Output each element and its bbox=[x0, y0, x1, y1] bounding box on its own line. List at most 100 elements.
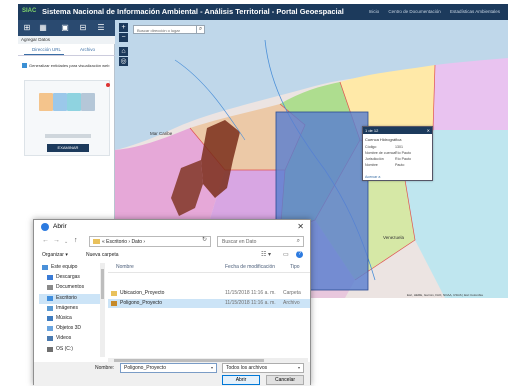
nav-scrollbar[interactable] bbox=[100, 263, 105, 357]
nav-item[interactable]: Videos bbox=[39, 334, 103, 344]
nav-item-label: Este equipo bbox=[51, 264, 78, 270]
folder-icon bbox=[93, 239, 100, 244]
back-arrow-icon[interactable]: ← bbox=[42, 237, 49, 244]
filename-input[interactable]: Poligono_Proyecto ▾ bbox=[120, 363, 217, 373]
search-icon[interactable]: ⌕ bbox=[196, 25, 205, 34]
txt-file-icon bbox=[53, 93, 67, 111]
refresh-icon[interactable]: ↻ bbox=[202, 236, 207, 243]
popup-layer-name: Cuenca Hidrográfica bbox=[365, 137, 402, 142]
upload-card[interactable]: EXAMINAR bbox=[24, 80, 110, 156]
new-folder-button[interactable]: Nueva carpeta bbox=[86, 252, 119, 258]
link-documentation-center[interactable]: Centro de Documentación bbox=[388, 9, 440, 14]
file-type: Carpeta bbox=[283, 290, 301, 296]
popup-row: Jurisdicción Río Pauto bbox=[365, 157, 411, 161]
panel-header: Agregar Datos bbox=[18, 36, 115, 44]
close-icon[interactable]: ✕ bbox=[297, 222, 304, 231]
file-type-select[interactable]: Todos los archivos ▾ bbox=[222, 363, 304, 373]
nav-item[interactable]: Objetos 3D bbox=[39, 324, 103, 334]
up-arrow-icon[interactable]: ↑ bbox=[74, 237, 78, 244]
view-options-icon[interactable]: ☷ ▾ bbox=[261, 251, 271, 258]
layers-icon[interactable]: ⊞ bbox=[22, 23, 32, 33]
nav-item-label: Videos bbox=[56, 335, 72, 342]
nav-item[interactable]: OS (C:) bbox=[39, 345, 103, 355]
zoom-to-link[interactable]: Acercar a bbox=[365, 175, 380, 179]
nav-item[interactable]: Música bbox=[39, 314, 103, 324]
address-path: « Escritorio › Dato › bbox=[102, 239, 146, 245]
download-icon bbox=[47, 275, 53, 281]
nav-scroll-thumb[interactable] bbox=[101, 269, 104, 299]
chevron-down-icon[interactable]: ⌄ bbox=[64, 239, 68, 245]
zoom-in-button[interactable]: + bbox=[119, 23, 128, 32]
file-list: Nombre Fecha de modificación Tipo Ubicac… bbox=[108, 263, 310, 357]
browse-button[interactable]: EXAMINAR bbox=[47, 144, 89, 152]
nav-item[interactable]: Escritorio bbox=[39, 293, 103, 304]
file-name: Poligono_Proyecto bbox=[120, 300, 162, 306]
chrome-icon bbox=[41, 223, 49, 231]
file-row[interactable]: Poligono_Proyecto 11/15/2018 11:16 a. m. A… bbox=[108, 299, 310, 308]
chevron-down-icon[interactable]: ▾ bbox=[298, 365, 300, 370]
popup-title: 1 de 12 bbox=[365, 128, 379, 133]
popup-field-value: Pauto bbox=[395, 163, 405, 167]
file-date: 11/15/2018 11:16 a. m. bbox=[225, 290, 276, 296]
table-icon[interactable]: ▦ bbox=[38, 23, 48, 33]
siac-logo: SIAC bbox=[22, 8, 37, 14]
checkbox-label: Generalizar entidades para visualización… bbox=[29, 63, 110, 68]
map-search-input[interactable]: Buscar dirección o lugar bbox=[133, 25, 197, 34]
zoom-out-button[interactable]: − bbox=[119, 33, 128, 42]
open-file-dialog: Abrir ✕ ← → ⌄ ↑ « Escritorio › Dato › ↻ … bbox=[33, 219, 311, 386]
geojson-file-icon bbox=[81, 93, 95, 111]
link-environmental-stats[interactable]: Estadísticas Ambientales bbox=[450, 9, 500, 14]
upload-help-text bbox=[45, 134, 91, 138]
dialog-search-input[interactable]: Buscar en Dato ⌕ bbox=[217, 236, 304, 247]
nav-item-label: Objetos 3D bbox=[56, 325, 82, 332]
organize-menu[interactable]: Organizar ▾ bbox=[42, 252, 68, 258]
home-icon[interactable]: ⌂ bbox=[119, 47, 128, 56]
folder-icon bbox=[111, 291, 117, 296]
popup-field-value: 1301 bbox=[395, 145, 403, 149]
close-icon[interactable]: ✕ bbox=[427, 128, 430, 133]
basemap-icon[interactable]: ▣ bbox=[60, 23, 70, 33]
search-placeholder: Buscar en Dato bbox=[222, 239, 257, 245]
cancel-button[interactable]: Cancelar bbox=[266, 375, 304, 385]
filename-value: Poligono_Proyecto bbox=[124, 365, 166, 371]
measure-icon[interactable]: ⊟ bbox=[78, 23, 88, 33]
region-lilac bbox=[433, 58, 508, 130]
checkbox-icon[interactable] bbox=[22, 63, 27, 69]
nav-item-label: Documentos bbox=[56, 284, 85, 291]
nav-item-label: Música bbox=[56, 315, 72, 321]
app-title: Sistema Nacional de Información Ambienta… bbox=[42, 7, 344, 16]
nav-item[interactable]: Documentos bbox=[39, 283, 103, 293]
chevron-down-icon[interactable]: ▾ bbox=[211, 365, 213, 370]
top-bar: SIAC Sistema Nacional de Información Amb… bbox=[18, 4, 508, 20]
nav-item[interactable]: Imágenes bbox=[39, 304, 103, 314]
popup-row: Código 1301 bbox=[365, 145, 403, 149]
link-inicio[interactable]: Inicio bbox=[369, 9, 380, 14]
open-button[interactable]: Abrir bbox=[222, 375, 260, 385]
dialog-titlebar: Abrir ✕ bbox=[34, 220, 310, 234]
column-modified[interactable]: Fecha de modificación bbox=[225, 264, 275, 270]
nav-item-label: OS (C:) bbox=[56, 345, 73, 352]
column-name[interactable]: Nombre bbox=[116, 264, 134, 270]
feature-popup: 1 de 12 ✕ Cuenca Hidrográfica Código 1301… bbox=[362, 126, 433, 181]
nav-item-label: Imágenes bbox=[56, 304, 78, 311]
popup-field-label: Nombre de cuenca bbox=[365, 151, 396, 155]
info-icon[interactable] bbox=[106, 83, 110, 87]
locate-icon[interactable]: ◎ bbox=[119, 57, 128, 66]
tab-file[interactable]: Archivo bbox=[80, 47, 95, 52]
column-type[interactable]: Tipo bbox=[290, 264, 300, 270]
nav-item[interactable]: Descargas bbox=[39, 273, 103, 283]
help-icon[interactable]: ? bbox=[296, 251, 303, 258]
nav-item[interactable]: Este equipo bbox=[39, 263, 103, 273]
forward-arrow-icon[interactable]: → bbox=[53, 237, 60, 244]
list-icon[interactable]: ☰ bbox=[96, 23, 106, 33]
file-type-value: Todos los archivos bbox=[226, 365, 268, 371]
address-row: ← → ⌄ ↑ « Escritorio › Dato › ↻ Buscar e… bbox=[34, 235, 310, 249]
file-row[interactable]: Ubicacion_Proyecto 11/15/2018 11:16 a. m.… bbox=[108, 289, 310, 298]
zip-file-icon bbox=[111, 301, 117, 306]
csv-file-icon bbox=[39, 93, 53, 111]
preview-pane-icon[interactable]: ▭ bbox=[283, 251, 289, 258]
tab-url[interactable]: Dirección URL bbox=[32, 47, 61, 52]
address-bar[interactable]: « Escritorio › Dato › bbox=[89, 236, 211, 247]
generalize-checkbox[interactable]: Generalizar entidades para visualización… bbox=[22, 63, 110, 69]
cube-icon bbox=[47, 326, 53, 332]
